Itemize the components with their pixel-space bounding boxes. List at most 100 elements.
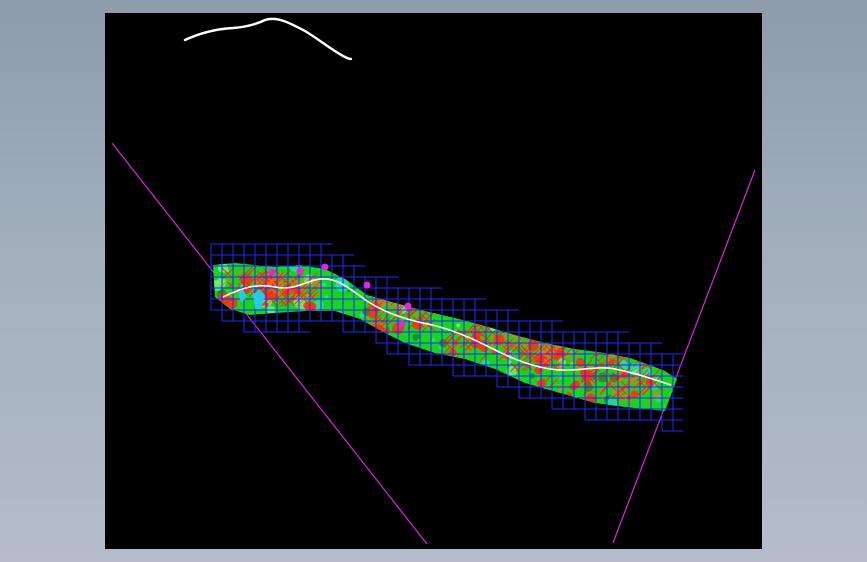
terrain-texture-blob <box>217 263 229 273</box>
terrain-texture-blob <box>519 255 527 263</box>
terrain-texture-blob <box>621 410 626 411</box>
terrain-texture-blob <box>347 289 351 293</box>
hatch-blob <box>264 294 269 299</box>
terrain-texture-blob <box>377 267 385 276</box>
terrain-texture-blob <box>323 314 329 321</box>
terrain-texture-blob <box>412 333 420 341</box>
terrain-texture-blob <box>213 375 218 383</box>
terrain-texture-blob <box>564 288 571 295</box>
terrain-texture-blob <box>252 399 265 411</box>
terrain-texture-blob <box>577 328 583 334</box>
terrain-texture-blob <box>388 372 400 384</box>
magenta-marker <box>398 320 406 328</box>
terrain-texture-blob <box>213 320 218 329</box>
terrain-texture-blob <box>425 412 435 422</box>
terrain-texture-blob <box>476 283 487 294</box>
terrain-texture-blob <box>287 329 299 340</box>
hatch-blob <box>240 274 246 279</box>
terrain-texture-blob <box>574 266 579 270</box>
terrain-texture-blob <box>224 358 230 363</box>
terrain-texture-blob <box>402 272 412 281</box>
terrain-texture-blob <box>476 402 480 406</box>
terrain-texture-blob <box>578 415 582 419</box>
terrain-texture-blob <box>525 282 531 288</box>
terrain-texture-blob <box>220 341 227 347</box>
terrain-texture-blob <box>360 365 370 375</box>
terrain-texture-blob <box>325 380 331 386</box>
terrain-texture-blob <box>369 393 380 404</box>
terrain-texture-blob <box>602 293 611 303</box>
terrain-texture-blob <box>439 398 450 408</box>
terrain-texture-blob <box>382 400 393 411</box>
cad-drawing-viewport[interactable] <box>105 13 762 549</box>
terrain-texture-blob <box>449 276 455 282</box>
terrain-texture-blob <box>234 380 241 387</box>
terrain-texture-blob <box>424 394 429 399</box>
magenta-marker <box>363 281 371 289</box>
terrain-texture-blob <box>213 371 222 384</box>
terrain-texture-blob <box>390 257 395 262</box>
terrain-texture-blob <box>222 410 231 411</box>
terrain-texture-blob <box>622 320 631 329</box>
hatch-blob <box>638 353 645 361</box>
terrain-texture-blob <box>590 344 596 351</box>
terrain-texture-blob <box>551 300 564 313</box>
terrain-texture-blob <box>321 337 327 343</box>
terrain-texture-blob <box>599 412 604 417</box>
terrain-texture-blob <box>512 297 517 302</box>
terrain-texture-blob <box>291 390 298 396</box>
terrain-texture-blob <box>327 331 332 336</box>
terrain-texture-blob <box>331 374 343 387</box>
terrain-texture-blob <box>399 362 409 372</box>
hatch-blob <box>373 324 382 333</box>
hatch-blob <box>385 327 390 332</box>
terrain-texture-blob <box>456 323 461 328</box>
terrain-texture-blob <box>474 303 487 316</box>
terrain-texture-blob <box>324 295 329 299</box>
terrain-texture-blob <box>487 263 497 267</box>
terrain-texture-blob <box>213 279 223 291</box>
terrain-texture-blob <box>569 311 577 318</box>
terrain-texture-blob <box>434 386 439 392</box>
terrain-texture-blob <box>502 281 515 295</box>
terrain-texture-blob <box>462 263 474 267</box>
terrain-texture-blob <box>548 270 556 279</box>
terrain-texture-blob <box>384 278 392 286</box>
terrain-texture-blob <box>480 274 491 285</box>
terrain-texture-blob <box>606 398 618 409</box>
terrain-texture-blob <box>394 390 399 395</box>
terrain-texture-blob <box>461 362 470 371</box>
terrain-texture-blob <box>410 263 424 277</box>
cad-drawing-canvas <box>111 17 756 545</box>
terrain-texture-blob <box>329 366 334 371</box>
terrain-texture-blob <box>509 287 522 301</box>
terrain-texture-blob <box>644 291 651 298</box>
terrain-texture-blob <box>262 378 275 391</box>
terrain-texture-blob <box>555 399 566 410</box>
terrain-texture-blob <box>502 407 516 411</box>
terrain-texture-blob <box>319 337 329 346</box>
terrain-texture-blob <box>668 328 677 341</box>
terrain-texture-blob <box>561 312 565 316</box>
terrain-texture-blob <box>434 257 439 262</box>
terrain-texture-blob <box>598 335 603 341</box>
hatch-blob <box>264 302 269 308</box>
terrain-texture-blob <box>310 377 321 388</box>
terrain-texture-blob <box>613 289 625 301</box>
terrain-texture-blob <box>477 382 490 395</box>
terrain-texture-blob <box>431 338 436 342</box>
magenta-marker <box>268 268 276 276</box>
terrain-texture-blob <box>371 370 376 375</box>
terrain-texture-blob <box>487 386 500 399</box>
terrain-texture-blob <box>251 349 258 356</box>
terrain-texture-blob <box>268 391 277 399</box>
terrain-texture-blob <box>602 277 611 286</box>
terrain-texture-blob <box>500 290 512 302</box>
hatch-blob <box>575 358 585 367</box>
hatch-blob <box>244 277 252 285</box>
terrain-texture-blob <box>639 290 652 303</box>
terrain-texture-blob <box>417 371 424 378</box>
terrain-texture-blob <box>615 310 625 320</box>
terrain-texture-blob <box>336 333 343 340</box>
terrain-texture-blob <box>232 329 237 335</box>
